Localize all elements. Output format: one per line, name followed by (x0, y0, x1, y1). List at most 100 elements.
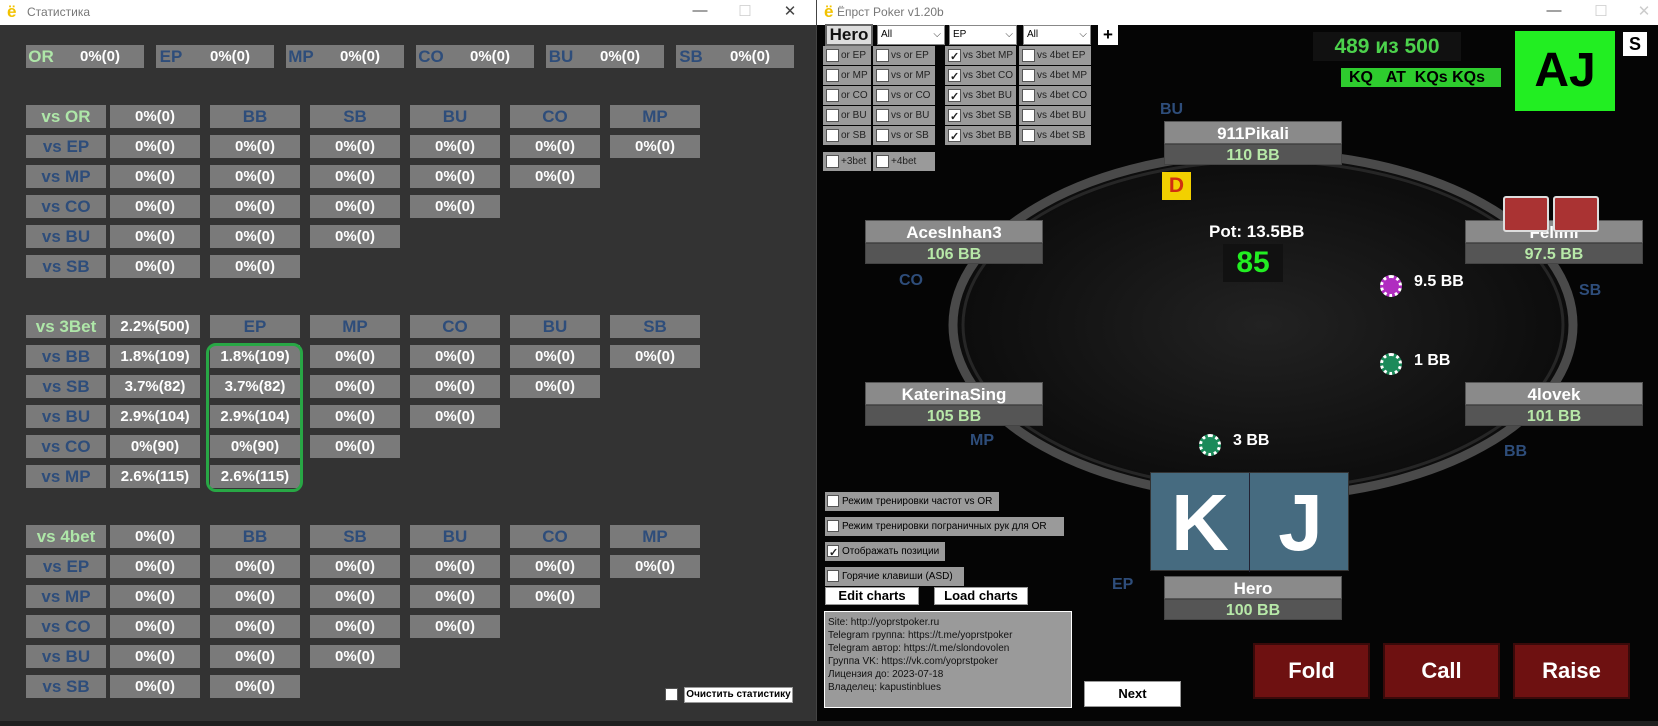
chevron-down-icon: ⌵ (1079, 29, 1087, 40)
checkbox[interactable] (948, 68, 961, 87)
checkbox-label: vs 3bet SB (963, 110, 1012, 121)
checkbox[interactable] (826, 155, 839, 168)
bet-value: 9.5 BB (1414, 273, 1464, 290)
option-checkbox[interactable]: Режим тренировки пограничных рук для OR (825, 517, 1064, 536)
checkbox[interactable] (1022, 49, 1035, 62)
vs4bet-total: 0%(0) (110, 525, 200, 548)
checkbox[interactable] (948, 48, 961, 67)
call-button[interactable]: Call (1383, 643, 1500, 699)
player-stack: 105 BB (865, 405, 1043, 426)
clear-stats-checkbox[interactable] (665, 688, 678, 701)
checkbox[interactable] (827, 544, 839, 563)
vsor-cell: 0%(0) (310, 135, 400, 158)
filter-checkbox-item[interactable]: vs or BU (873, 106, 935, 125)
checkbox-label: +3bet (841, 156, 867, 167)
checkbox[interactable] (876, 89, 889, 102)
filter-checkbox-item[interactable]: vs 3bet MP (945, 46, 1016, 67)
add-button[interactable]: + (1098, 25, 1118, 45)
checkbox[interactable] (876, 129, 889, 142)
vs4bet-cell: 0%(0) (210, 675, 300, 698)
filter-checkbox-item[interactable]: or BU (823, 106, 871, 125)
s-button[interactable]: S (1623, 32, 1647, 56)
filter-checkbox-item[interactable]: vs or MP (873, 66, 935, 85)
checkbox[interactable] (827, 495, 839, 507)
option-checkbox[interactable]: Режим тренировки частот vs OR (825, 492, 999, 511)
seat-position: EP (1112, 576, 1134, 593)
vsor-header: BB (210, 105, 300, 128)
vs4bet-row-total: 0%(0) (110, 645, 200, 668)
vs4bet-cell: 0%(0) (510, 585, 600, 608)
hero-tab[interactable]: Hero (825, 24, 873, 46)
filter-checkbox-item[interactable]: vs or CO (873, 86, 935, 105)
fold-button[interactable]: Fold (1253, 643, 1370, 699)
vsor-row-label: vs SB (26, 255, 106, 278)
plus4bet-checkbox[interactable]: +4bet (873, 152, 935, 171)
filter-select[interactable]: All ⌵ (877, 25, 945, 45)
option-checkbox[interactable]: Горячие клавиши (ASD) (825, 567, 964, 586)
close-icon[interactable]: ✕ (778, 2, 802, 20)
checkbox[interactable] (876, 155, 889, 168)
checkbox[interactable] (1022, 89, 1035, 102)
checkbox[interactable] (948, 128, 961, 147)
clear-stats-button[interactable]: Очистить статистику (684, 687, 793, 703)
vs4bet-cell: 0%(0) (410, 615, 500, 638)
filter-checkbox-item[interactable]: vs 3bet SB (945, 106, 1016, 127)
minimize-icon[interactable]: — (688, 2, 712, 19)
checkbox[interactable] (826, 49, 839, 62)
checkbox-label: vs or EP (891, 50, 929, 61)
vs4bet-cell: 0%(0) (310, 645, 400, 668)
filter-checkbox-item[interactable]: or SB (823, 126, 871, 145)
checkbox[interactable] (827, 520, 839, 532)
filter-checkbox-item[interactable]: vs or EP (873, 46, 935, 65)
checkbox[interactable] (876, 69, 889, 82)
filter-select[interactable]: All ⌵ (1023, 25, 1091, 45)
checkbox-label: or SB (841, 130, 867, 141)
vs3bet-header: MP (310, 315, 400, 338)
vsor-header: BU (410, 105, 500, 128)
vs3bet-header: EP (210, 315, 300, 338)
vs4bet-header: BB (210, 525, 300, 548)
chip-icon (1199, 434, 1221, 456)
filter-checkbox-item[interactable]: vs 4bet MP (1019, 66, 1091, 85)
checkbox[interactable] (826, 109, 839, 122)
checkbox[interactable] (948, 108, 961, 127)
card-back-icon (1553, 196, 1599, 232)
filter-checkbox-item[interactable]: vs 4bet BU (1019, 106, 1091, 125)
checkbox[interactable] (948, 88, 961, 107)
filter-select[interactable]: EP ⌵ (949, 25, 1017, 45)
raise-button[interactable]: Raise (1513, 643, 1630, 699)
checkbox[interactable] (876, 49, 889, 62)
checkbox[interactable] (826, 129, 839, 142)
filter-checkbox-item[interactable]: vs 4bet EP (1019, 46, 1091, 65)
filter-checkbox-item[interactable]: or MP (823, 66, 871, 85)
vs4bet-cell: 0%(0) (410, 555, 500, 578)
vs3bet-row-total: 0%(90) (110, 435, 200, 458)
seat-position: BU (1160, 101, 1184, 118)
checkbox[interactable] (1022, 109, 1035, 122)
checkbox[interactable] (827, 570, 839, 582)
checkbox[interactable] (876, 109, 889, 122)
seat-position: SB (1579, 282, 1602, 299)
filter-checkbox-item[interactable]: vs 3bet BU (945, 86, 1016, 107)
filter-checkbox-item[interactable]: vs 3bet CO (945, 66, 1016, 87)
filter-checkbox-item[interactable]: vs 3bet BB (945, 126, 1016, 147)
option-checkbox[interactable]: Отображать позиции (825, 542, 945, 563)
filter-checkbox-item[interactable]: vs or SB (873, 126, 935, 145)
vs3bet-cell: 0%(0) (410, 345, 500, 368)
checkbox[interactable] (826, 89, 839, 102)
filter-checkbox-item[interactable]: or EP (823, 46, 871, 65)
filter-checkbox-item[interactable]: vs 4bet SB (1019, 126, 1091, 145)
next-button[interactable]: Next (1084, 681, 1181, 707)
filter-checkbox-item[interactable]: or CO (823, 86, 871, 105)
maximize-icon: ☐ (738, 3, 752, 20)
player-stack: 101 BB (1465, 405, 1643, 426)
checkbox-label: vs 3bet MP (963, 50, 1014, 61)
checkbox[interactable] (1022, 69, 1035, 82)
vsor-cell: 0%(0) (310, 195, 400, 218)
checkbox[interactable] (826, 69, 839, 82)
edit-charts-button[interactable]: Edit charts (825, 587, 919, 605)
filter-checkbox-item[interactable]: vs 4bet CO (1019, 86, 1091, 105)
plus3bet-checkbox[interactable]: +3bet (823, 152, 871, 171)
load-charts-button[interactable]: Load charts (934, 587, 1028, 605)
checkbox[interactable] (1022, 129, 1035, 142)
